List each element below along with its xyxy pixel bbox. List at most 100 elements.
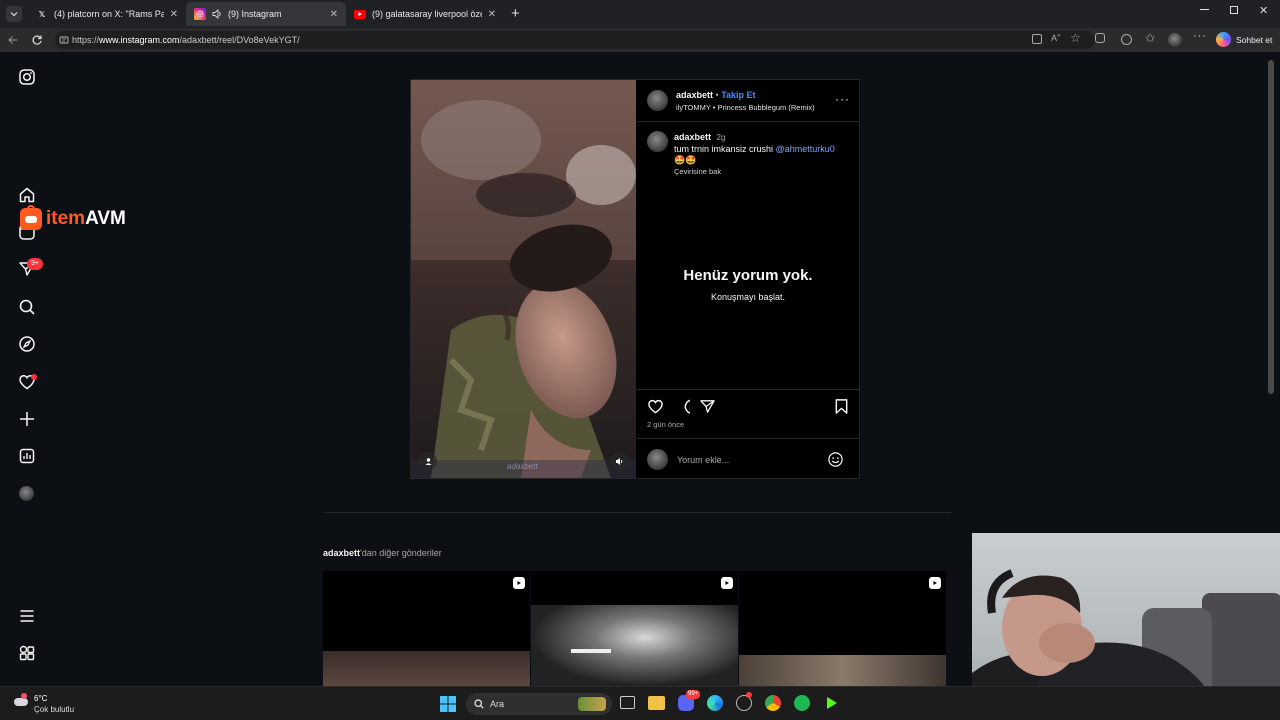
caption-mention-link[interactable]: @ahmetturku0 xyxy=(776,144,835,154)
tagged-user-button[interactable] xyxy=(419,452,437,470)
file-explorer-icon[interactable] xyxy=(648,696,665,710)
caption-avatar[interactable] xyxy=(647,131,668,152)
chevron-down-icon xyxy=(10,12,18,17)
posted-time: 2 gün önce xyxy=(647,420,685,429)
address-bar[interactable]: https://www.instagram.com/adaxbett/reel/… xyxy=(55,31,1095,49)
spotify-icon[interactable] xyxy=(794,695,810,711)
kick-app-icon[interactable] xyxy=(824,695,840,711)
weather-icon[interactable] xyxy=(12,692,30,710)
share-paper-plane-icon[interactable] xyxy=(699,398,716,415)
back-arrow-icon[interactable] xyxy=(7,34,19,46)
favorite-star-icon[interactable]: ☆ xyxy=(1070,31,1081,45)
caption-text-line: tum trnin imkansiz crushi @ahmetturku0 xyxy=(674,144,835,154)
page-scrollbar-thumb[interactable] xyxy=(1268,60,1274,394)
search-label: Ara xyxy=(490,699,505,709)
caption-time: 2g xyxy=(716,133,726,142)
instagram-logo-icon[interactable] xyxy=(18,68,36,86)
site-info-icon[interactable] xyxy=(59,35,69,45)
split-screen-icon[interactable] xyxy=(1121,34,1132,45)
tab-instagram[interactable]: (9) Instagram ✕ xyxy=(186,2,346,26)
create-plus-icon[interactable] xyxy=(18,410,36,428)
reload-icon[interactable] xyxy=(31,34,43,46)
favorites-icon[interactable]: ✩ xyxy=(1145,31,1155,45)
add-comment-input[interactable]: Yorum ekle... xyxy=(677,455,729,465)
reel-icon xyxy=(721,577,733,589)
edge-browser-icon[interactable] xyxy=(707,695,723,711)
post-modal: adaxbett adaxbett • Takip Et ilyTOMMY • … xyxy=(410,79,860,479)
url-path: /adaxbett/reel/DVo8eVekYGT/ xyxy=(179,35,300,45)
speaker-icon xyxy=(615,457,622,465)
also-from-meta-icon[interactable] xyxy=(18,644,36,662)
task-view-icon[interactable] xyxy=(620,696,635,709)
like-heart-icon[interactable] xyxy=(647,398,664,415)
search-highlight-image xyxy=(578,697,606,711)
youtube-icon xyxy=(354,9,366,19)
profile-avatar[interactable] xyxy=(19,486,34,501)
notification-dot xyxy=(31,374,37,380)
tab-youtube[interactable]: (9) galatasaray liverpool özet - You ✕ xyxy=(346,2,504,26)
author-line: adaxbett • Takip Et xyxy=(676,90,756,100)
taskbar-search[interactable]: Ara xyxy=(466,693,612,715)
post-side-panel: adaxbett • Takip Et ilyTOMMY • Princess … xyxy=(637,80,859,478)
copilot-chat-button[interactable]: Sohbet et xyxy=(1236,35,1272,45)
tab-actions-button[interactable] xyxy=(6,6,22,22)
reel-video-frame xyxy=(411,80,636,478)
copilot-icon[interactable] xyxy=(1216,32,1231,47)
chrome-icon[interactable] xyxy=(765,695,781,711)
caption-text: tum trnin imkansiz crushi xyxy=(674,144,774,154)
app-available-icon[interactable] xyxy=(1032,34,1042,44)
author-avatar[interactable] xyxy=(647,90,668,111)
reel-video[interactable]: adaxbett xyxy=(411,80,636,478)
notification-badge: 9+ xyxy=(27,258,43,270)
video-watermark: adaxbett xyxy=(507,462,538,471)
more-post-thumbnail-3[interactable] xyxy=(739,571,946,686)
emoji-picker-icon[interactable] xyxy=(827,451,844,468)
post-header: adaxbett • Takip Et ilyTOMMY • Princess … xyxy=(637,80,859,122)
new-tab-button[interactable]: + xyxy=(511,6,520,22)
explore-icon[interactable] xyxy=(18,335,36,353)
menu-hamburger-icon[interactable] xyxy=(18,607,36,625)
follow-button[interactable]: Takip Et xyxy=(721,90,755,100)
no-comments-title: Henüz yorum yok. xyxy=(683,267,813,284)
weather-temperature[interactable]: 6°C xyxy=(34,694,47,703)
profile-avatar[interactable] xyxy=(1168,33,1182,47)
start-conversation-text: Konuşmayı başlat. xyxy=(710,292,786,302)
extensions-icon[interactable] xyxy=(1095,33,1105,43)
search-icon[interactable] xyxy=(18,298,36,316)
instagram-icon xyxy=(194,8,206,20)
author-username[interactable]: adaxbett xyxy=(676,90,713,100)
caption-username[interactable]: adaxbett xyxy=(674,132,711,142)
close-tab-icon[interactable]: ✕ xyxy=(488,9,496,20)
more-posts-username[interactable]: adaxbett xyxy=(323,548,360,558)
home-icon[interactable] xyxy=(18,186,36,204)
more-options-icon[interactable]: ··· xyxy=(1193,30,1207,42)
comment-bubble-icon[interactable] xyxy=(673,398,690,415)
itemavm-overlay-logo: item AVM xyxy=(20,205,126,230)
windows-taskbar: 6°C Çok bulutlu Ara 99+ xyxy=(0,686,1280,720)
close-window-button[interactable]: ✕ xyxy=(1259,4,1268,17)
browser-toolbar: https://www.instagram.com/adaxbett/reel/… xyxy=(0,28,1280,52)
tab-x[interactable]: 𝕏 (4) platcorn on X: "Rams Park'ta ca ✕ xyxy=(28,2,186,26)
speaker-icon[interactable] xyxy=(212,9,223,19)
dashboard-icon[interactable] xyxy=(18,447,36,465)
restore-button[interactable] xyxy=(1230,6,1238,14)
audio-track[interactable]: ilyTOMMY • Princess Bubblegum (Remix) xyxy=(676,103,815,112)
close-tab-icon[interactable]: ✕ xyxy=(330,9,338,20)
caption-header: adaxbett 2g xyxy=(674,132,725,142)
save-bookmark-icon[interactable] xyxy=(834,398,849,415)
read-aloud-icon[interactable]: A» xyxy=(1051,33,1060,43)
more-posts-heading: adaxbett'dan diğer gönderiler xyxy=(323,548,442,558)
more-post-thumbnail-2[interactable] xyxy=(531,571,738,686)
caption-emojis: 🤩🤩 xyxy=(674,155,697,165)
windows-start-icon[interactable] xyxy=(440,696,456,712)
see-translation-link[interactable]: Çevirisine bak xyxy=(674,167,721,176)
weather-description[interactable]: Çok bulutlu xyxy=(34,705,74,714)
x-logo-icon: 𝕏 xyxy=(38,9,46,19)
mute-button[interactable] xyxy=(610,452,628,470)
more-post-thumbnail-1[interactable] xyxy=(323,571,530,686)
close-tab-icon[interactable]: ✕ xyxy=(170,9,178,20)
minimize-button[interactable] xyxy=(1200,9,1209,10)
more-options-icon[interactable]: ··· xyxy=(835,92,850,106)
divider xyxy=(637,389,859,390)
divider xyxy=(637,438,859,439)
